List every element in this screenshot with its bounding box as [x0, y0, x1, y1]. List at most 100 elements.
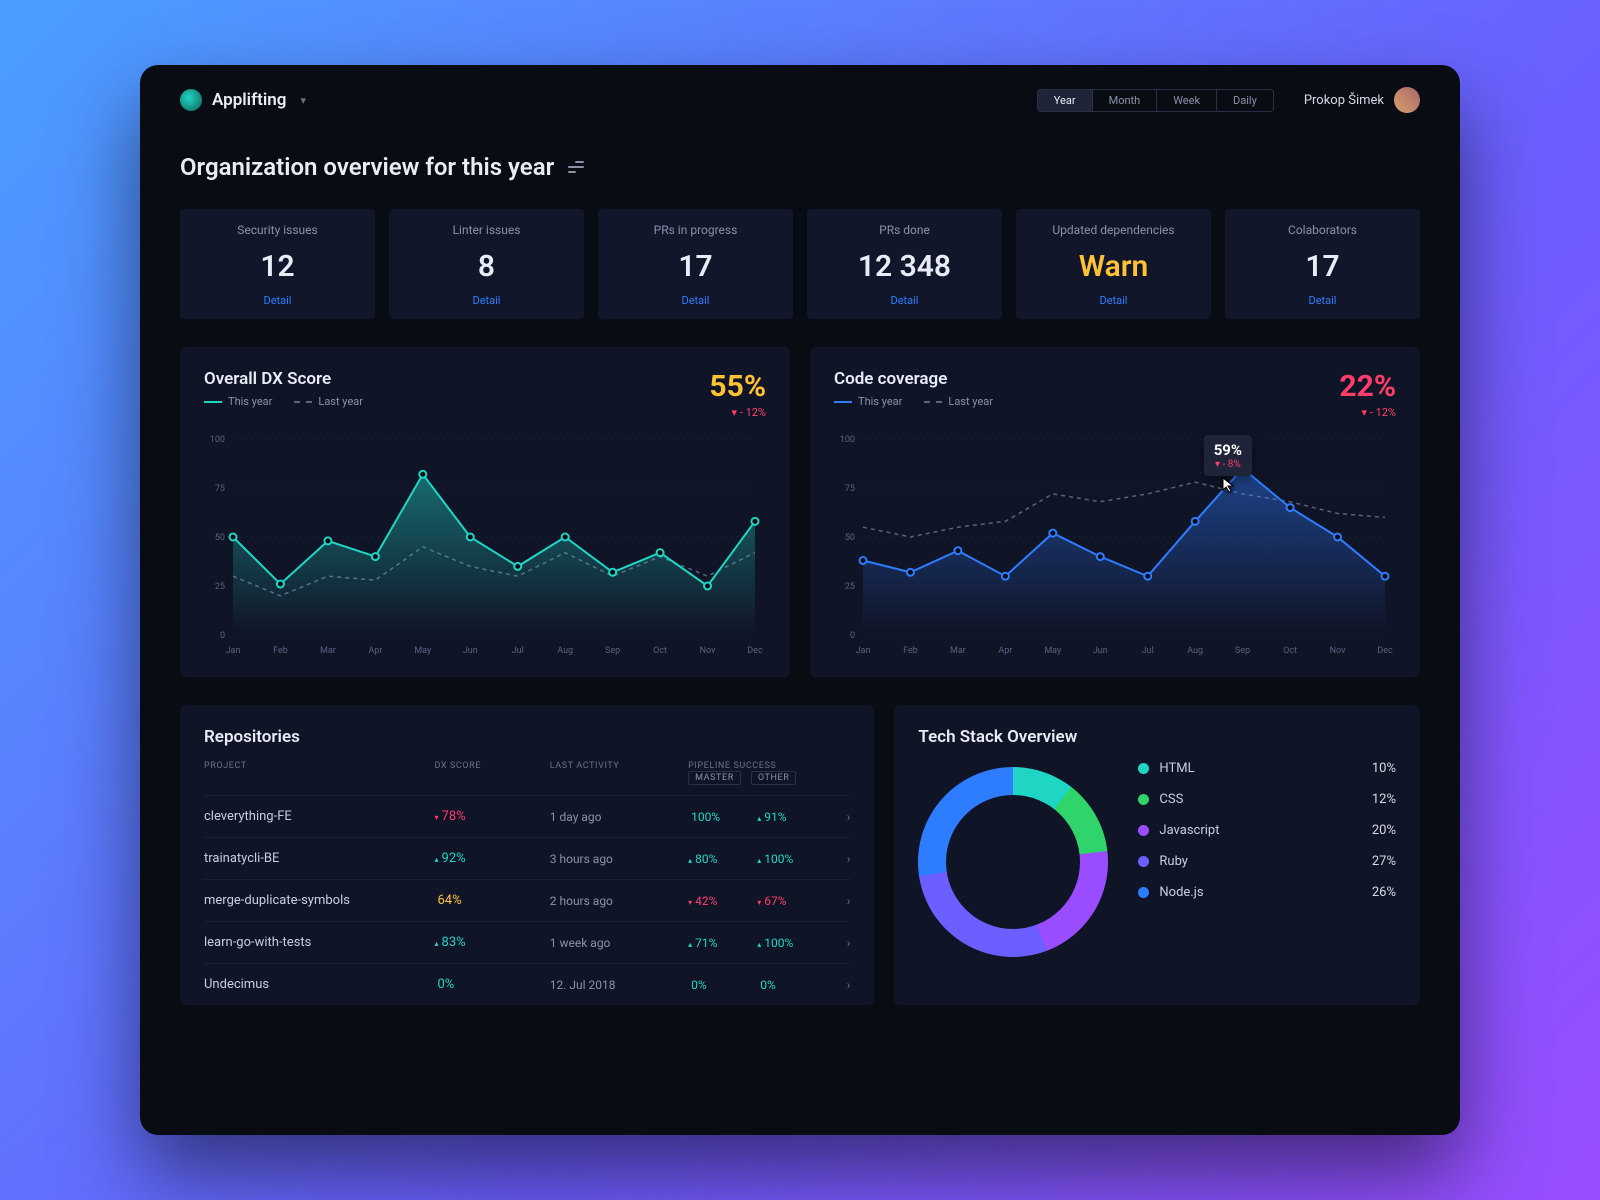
legend-value: 10%: [1372, 761, 1396, 776]
stat-cards: Security issues 12 DetailLinter issues 8…: [180, 209, 1420, 319]
chart-row: Overall DX Score This year Last year 55%…: [180, 347, 1420, 677]
svg-text:Apr: Apr: [368, 646, 382, 656]
lower-row: Repositories PROJECT DX SCORE LAST ACTIV…: [180, 705, 1420, 1005]
col-project: PROJECT: [204, 761, 435, 785]
panel-title: Code coverage: [834, 369, 993, 389]
legend-item: CSS 12%: [1138, 792, 1396, 807]
legend-item: Node.js 26%: [1138, 885, 1396, 900]
svg-text:25: 25: [215, 582, 225, 592]
brand-switcher[interactable]: Applifting ▾: [180, 89, 306, 111]
stat-detail-link[interactable]: Detail: [682, 294, 710, 307]
svg-text:50: 50: [215, 533, 225, 543]
period-year[interactable]: Year: [1038, 90, 1093, 111]
user-menu[interactable]: Prokop Šimek: [1304, 87, 1420, 113]
legend-dot-icon: [1138, 856, 1149, 867]
chevron-right-icon: ›: [826, 978, 850, 992]
project-name: merge-duplicate-symbols: [204, 893, 435, 908]
activity-cell: 1 week ago: [550, 936, 688, 950]
svg-text:Jul: Jul: [512, 646, 524, 656]
stat-value: 12: [260, 249, 294, 284]
svg-text:Dec: Dec: [747, 646, 763, 656]
pipe-other-label: other: [751, 771, 797, 785]
pipe-master-label: master: [688, 771, 741, 785]
stat-detail-link[interactable]: Detail: [473, 294, 501, 307]
stat-detail-link[interactable]: Detail: [1100, 294, 1128, 307]
table-row[interactable]: Undecimus 0% 12. Jul 2018 0% 0% ›: [204, 963, 850, 1005]
stat-card: PRs done 12 348 Detail: [807, 209, 1002, 319]
logo-icon: [180, 89, 202, 111]
coverage-chart: 0255075100JanFebMarAprMayJunJulAugSepOct…: [834, 429, 1396, 659]
dx-score-delta: ▾ - 12%: [709, 406, 766, 419]
table-row[interactable]: trainatycli-BE ▴92% 3 hours ago ▴80% ▴10…: [204, 837, 850, 879]
chevron-down-icon: ▾: [300, 94, 306, 107]
pipeline-other: 0%: [757, 978, 826, 992]
activity-cell: 12. Jul 2018: [550, 978, 688, 992]
legend-value: 26%: [1372, 885, 1396, 900]
svg-text:Feb: Feb: [903, 646, 918, 656]
table-row[interactable]: merge-duplicate-symbols 64% 2 hours ago …: [204, 879, 850, 921]
legend-dot-icon: [1138, 887, 1149, 898]
chart-legend: This year Last year: [834, 395, 993, 408]
col-activity: LAST ACTIVITY: [550, 761, 688, 785]
svg-text:100: 100: [210, 435, 225, 445]
page-title: Organization overview for this year: [180, 153, 554, 181]
period-month[interactable]: Month: [1093, 90, 1158, 111]
svg-text:25: 25: [845, 582, 855, 592]
svg-text:0: 0: [220, 631, 225, 641]
pipeline-master: ▴71%: [688, 936, 757, 950]
tooltip-value: 59%: [1214, 441, 1242, 459]
legend-label: Javascript: [1159, 823, 1219, 838]
filter-icon[interactable]: [568, 161, 584, 173]
stat-card: Linter issues 8 Detail: [389, 209, 584, 319]
stat-detail-link[interactable]: Detail: [891, 294, 919, 307]
period-daily[interactable]: Daily: [1217, 90, 1273, 111]
legend-item: Ruby 27%: [1138, 854, 1396, 869]
col-score: DX SCORE: [435, 761, 550, 785]
pipeline-sub-labels: master other: [688, 771, 826, 785]
pipeline-master: ▴80%: [688, 852, 757, 866]
dx-score-panel: Overall DX Score This year Last year 55%…: [180, 347, 790, 677]
app-window: Applifting ▾ YearMonthWeekDaily Prokop Š…: [140, 65, 1460, 1135]
chevron-right-icon: ›: [826, 852, 850, 866]
stat-value: 12 348: [858, 249, 951, 284]
legend-dot-icon: [1138, 763, 1149, 774]
col-pipeline: PIPELINE SUCCESS master other: [688, 761, 826, 785]
stat-card: PRs in progress 17 Detail: [598, 209, 793, 319]
svg-text:Nov: Nov: [700, 646, 716, 656]
legend-item: HTML 10%: [1138, 761, 1396, 776]
svg-text:Jun: Jun: [463, 646, 478, 656]
stat-detail-link[interactable]: Detail: [264, 294, 292, 307]
svg-text:Jul: Jul: [1142, 646, 1154, 656]
svg-text:Sep: Sep: [605, 646, 620, 656]
svg-text:75: 75: [845, 484, 855, 494]
legend-this-year: This year: [858, 395, 902, 408]
activity-cell: 3 hours ago: [550, 852, 688, 866]
svg-text:Aug: Aug: [557, 646, 573, 656]
stack-legend: HTML 10% CSS 12% Javascript 20% Ruby 27% Nod…: [1138, 761, 1396, 900]
legend-item: Javascript 20%: [1138, 823, 1396, 838]
svg-text:Jun: Jun: [1093, 646, 1108, 656]
dx-score-cell: ▴83%: [435, 935, 550, 950]
coverage-value: 22%: [1339, 369, 1396, 404]
pipeline-master: 0%: [688, 978, 757, 992]
dx-score-value: 55%: [709, 369, 766, 404]
panel-title: Overall DX Score: [204, 369, 363, 389]
pipeline-other: ▾67%: [757, 894, 826, 908]
legend-value: 12%: [1372, 792, 1396, 807]
legend-label: CSS: [1159, 792, 1183, 807]
stat-detail-link[interactable]: Detail: [1309, 294, 1337, 307]
stack-panel: Tech Stack Overview HTML 10%CSS 12%Javas…: [894, 705, 1420, 1005]
stat-value: 17: [1305, 249, 1339, 284]
table-row[interactable]: cleverything-FE ▾78% 1 day ago 100% ▴91%…: [204, 795, 850, 837]
cursor-icon: [1222, 477, 1238, 497]
tech-stack-donut: [918, 767, 1108, 957]
period-week[interactable]: Week: [1157, 90, 1217, 111]
coverage-delta: ▾ - 12%: [1339, 406, 1396, 419]
svg-text:Mar: Mar: [950, 646, 966, 656]
stat-label: Security issues: [237, 223, 317, 239]
project-name: learn-go-with-tests: [204, 935, 435, 950]
table-row[interactable]: learn-go-with-tests ▴83% 1 week ago ▴71%…: [204, 921, 850, 963]
avatar: [1394, 87, 1420, 113]
svg-text:Mar: Mar: [320, 646, 336, 656]
activity-cell: 1 day ago: [550, 810, 688, 824]
